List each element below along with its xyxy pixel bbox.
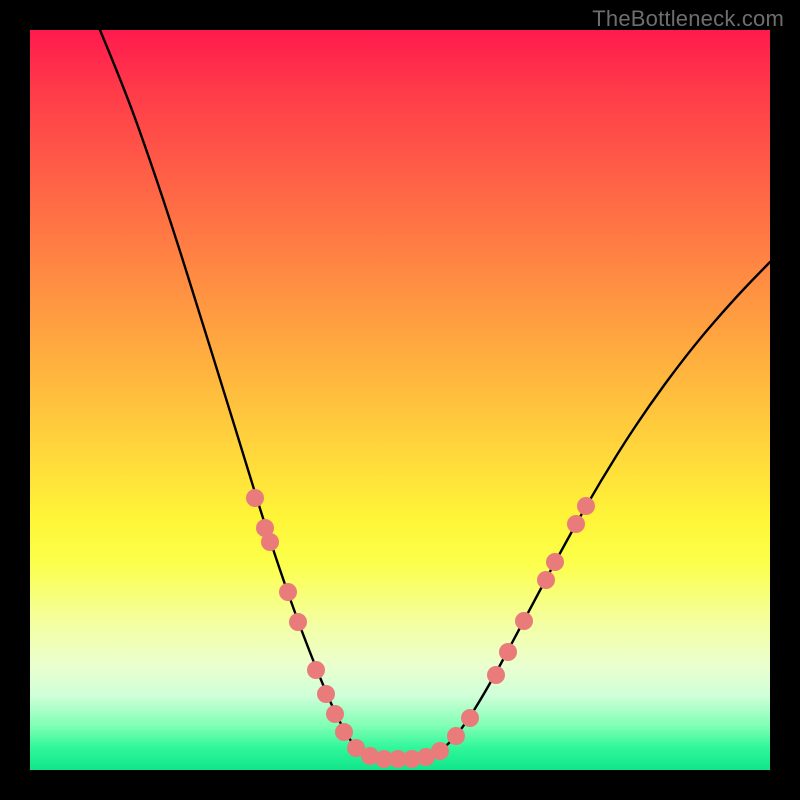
sample-point <box>499 643 517 661</box>
sample-point <box>335 723 353 741</box>
sample-point <box>546 553 564 571</box>
sample-point <box>537 571 555 589</box>
chart-frame: TheBottleneck.com <box>0 0 800 800</box>
sample-point <box>279 583 297 601</box>
sample-point <box>289 613 307 631</box>
plot-area <box>30 30 770 770</box>
sample-point <box>447 727 465 745</box>
sample-point <box>577 497 595 515</box>
sample-point <box>567 515 585 533</box>
chart-svg <box>30 30 770 770</box>
sample-point <box>317 685 335 703</box>
sample-point <box>515 612 533 630</box>
sample-point <box>246 489 264 507</box>
sample-points-group <box>246 489 595 768</box>
sample-point <box>461 709 479 727</box>
sample-point <box>307 661 325 679</box>
sample-point <box>326 705 344 723</box>
sample-point <box>487 666 505 684</box>
bottleneck-curve <box>100 30 770 759</box>
sample-point <box>431 742 449 760</box>
sample-point <box>261 533 279 551</box>
watermark-text: TheBottleneck.com <box>592 6 784 32</box>
